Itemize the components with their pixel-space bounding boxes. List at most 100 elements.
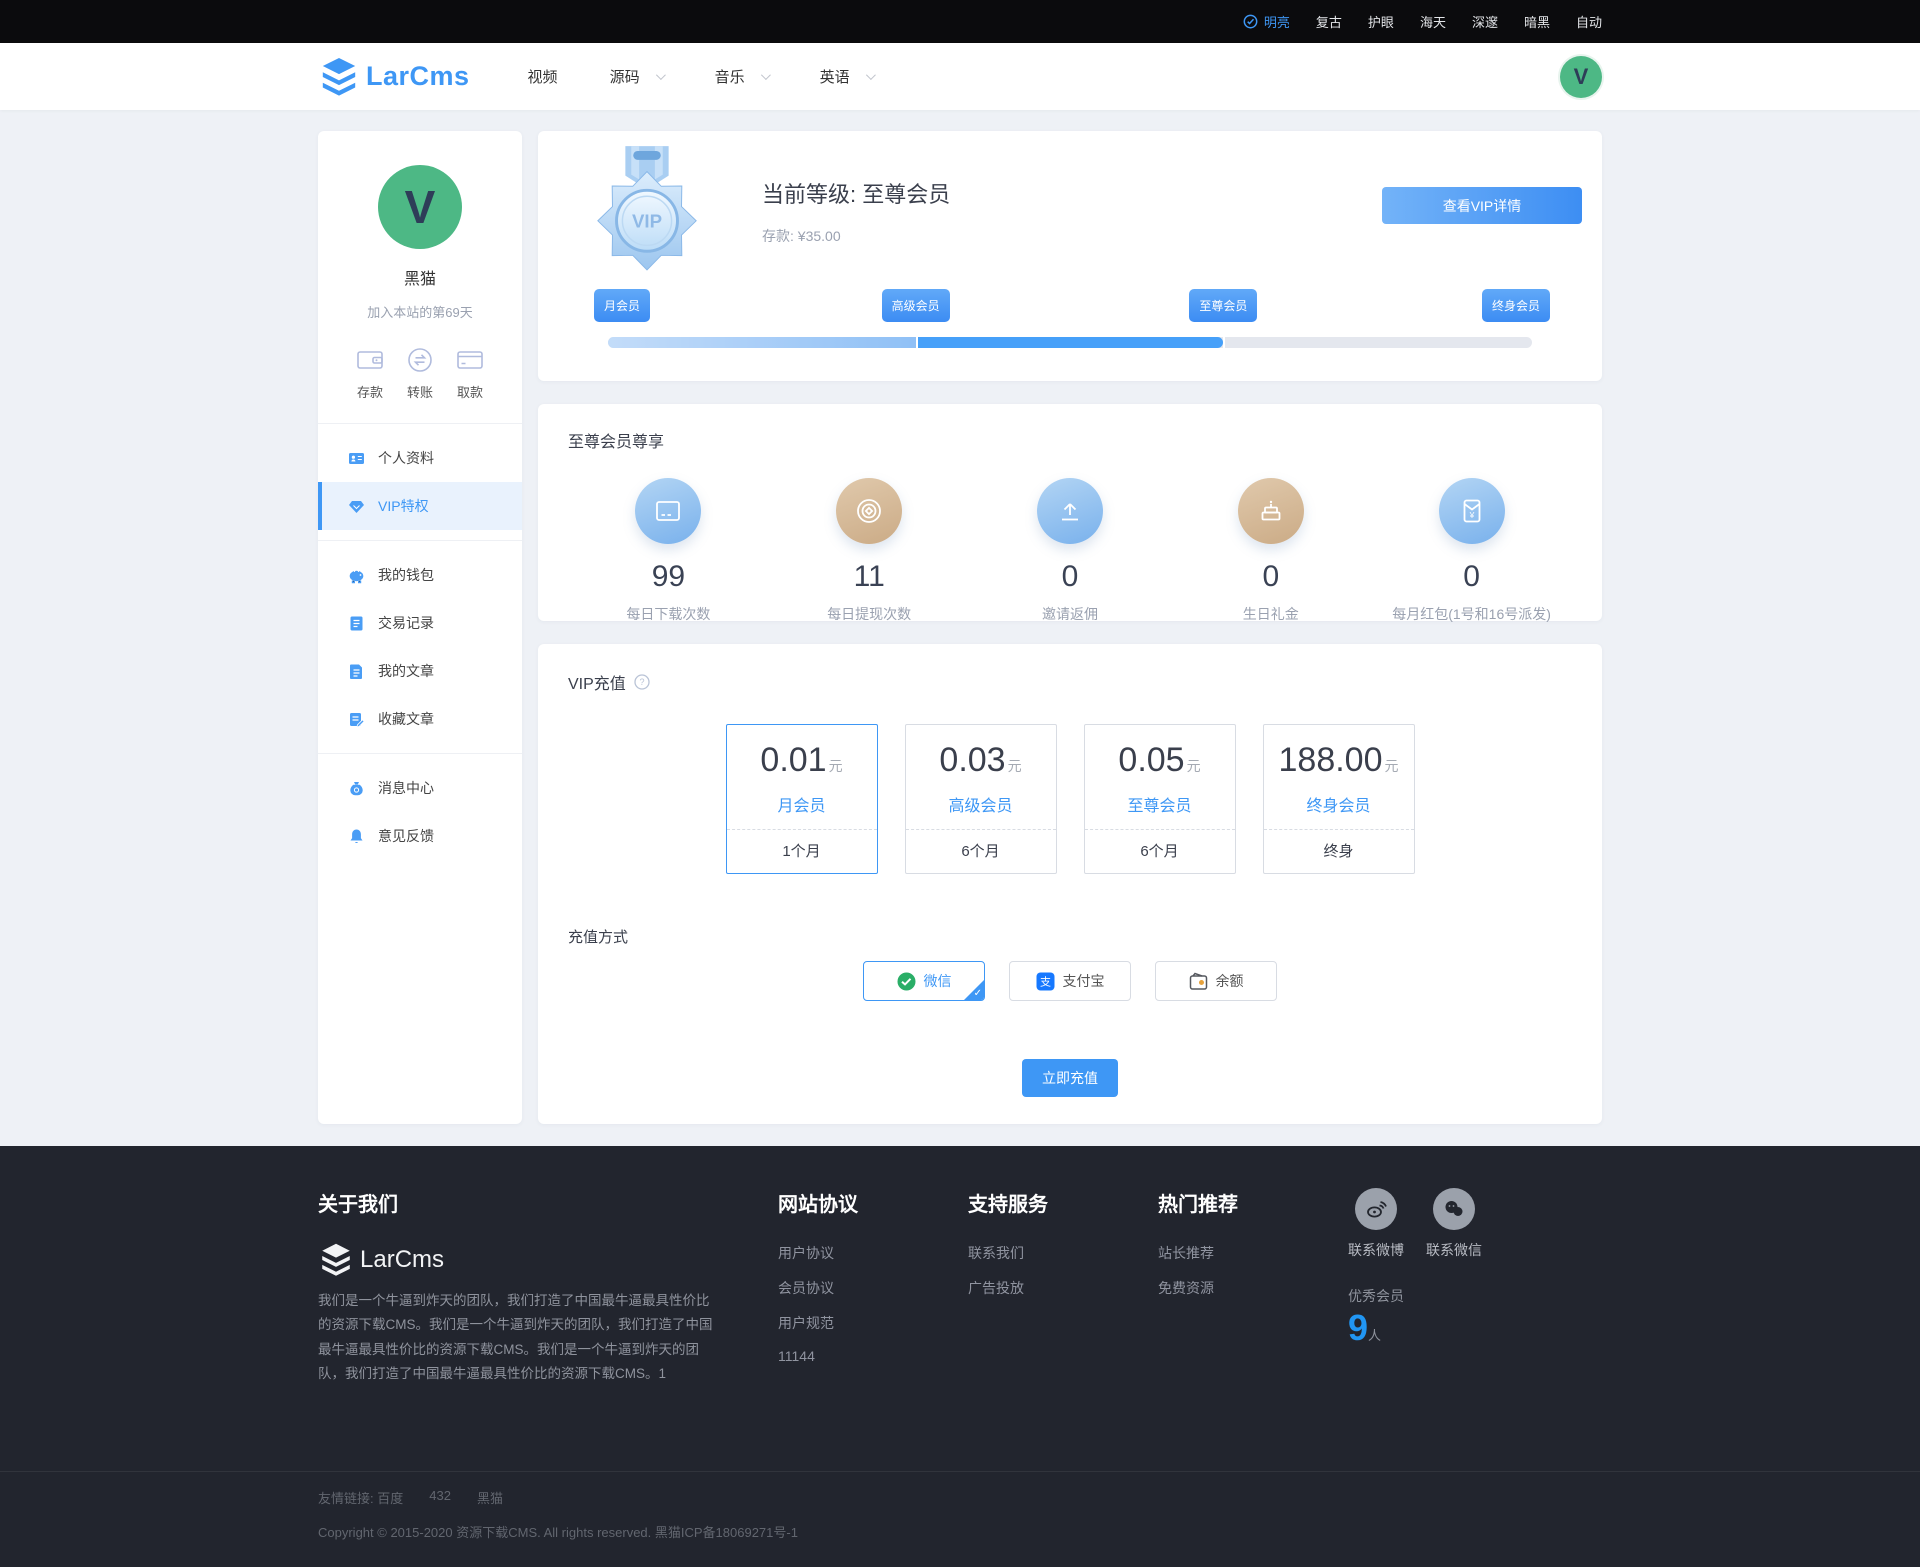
- nav-video[interactable]: 视频: [528, 66, 558, 87]
- larcms-logo-icon: [322, 57, 356, 96]
- current-level-title: 当前等级: 至尊会员: [762, 182, 951, 207]
- recharge-card: VIP充值 ? 0.01 元 月会员 1个月 0.03 元 高级会员 6个月 0…: [538, 644, 1602, 1124]
- level-tag-supreme[interactable]: 至尊会员: [1189, 289, 1258, 322]
- sidebar-item-wallet[interactable]: 我的钱包: [318, 551, 522, 599]
- idcard-icon: [348, 450, 365, 467]
- sidebar-item-vip[interactable]: VIP特权: [318, 482, 522, 530]
- theme-label: 明亮: [1263, 15, 1290, 30]
- sidebar-avatar[interactable]: V: [378, 165, 462, 249]
- cake-icon: [1237, 478, 1304, 544]
- page: 明亮 复古 护眼 海天 深邃 暗黑 自动 LarCms 视频 源码 音乐 英语 …: [0, 0, 1920, 1567]
- privilege-birthday: 0 生日礼金: [1170, 478, 1371, 624]
- username: 黑猫: [403, 271, 436, 288]
- sidebar-item-profile[interactable]: 个人资料: [318, 434, 522, 482]
- about-description: 我们是一个牛逼到炸天的团队，我们打造了中国最牛逼最具性价比的资源下载CMS。我们…: [318, 1293, 713, 1381]
- theme-retro[interactable]: 复古: [1316, 12, 1342, 31]
- deposit-value: ¥35.00: [797, 228, 841, 244]
- view-vip-detail-button[interactable]: 查看VIP详情: [1382, 187, 1582, 224]
- plan-supreme[interactable]: 0.05 元 至尊会员 6个月: [1083, 724, 1236, 874]
- coin-icon: [836, 478, 903, 544]
- quick-actions: 存款 转账 取款: [318, 345, 522, 424]
- larcms-logo-icon: [322, 1243, 350, 1276]
- recharge-title: VIP充值: [568, 676, 626, 693]
- balance-pay-button[interactable]: 余额: [1155, 961, 1277, 1001]
- privilege-red-envelope: ¥ 0 每月红包(1号和16号派发): [1371, 478, 1572, 624]
- plan-month[interactable]: 0.01 元 月会员 1个月: [725, 724, 878, 874]
- svg-text:支: 支: [1040, 975, 1051, 988]
- link-contact-us[interactable]: 联系我们: [968, 1243, 1158, 1263]
- svg-text:VIP: VIP: [632, 211, 662, 232]
- user-avatar[interactable]: V: [1560, 55, 1602, 98]
- diamond-icon: [348, 498, 365, 515]
- alipay-icon: 支: [1036, 972, 1054, 990]
- alipay-button[interactable]: 支 支付宝: [1009, 961, 1131, 1001]
- sidebar-item-feedback[interactable]: 意见反馈: [318, 812, 522, 860]
- link-advertising[interactable]: 广告投放: [968, 1278, 1158, 1298]
- level-tags: 月会员 高级会员 至尊会员 终身会员: [594, 289, 1550, 325]
- friend-link-432[interactable]: 432: [429, 1488, 451, 1507]
- recharge-now-button[interactable]: 立即充值: [1022, 1059, 1118, 1097]
- download-card-icon: [635, 478, 702, 544]
- sidebar-item-transactions[interactable]: 交易记录: [318, 599, 522, 647]
- check-circle-icon: [1243, 14, 1258, 29]
- moneybag-icon: [348, 780, 365, 797]
- about-title: 关于我们: [318, 1194, 398, 1216]
- footer-social: 联系微博 联系微信 优秀会员 9人: [1348, 1188, 1482, 1471]
- theme-bar: 明亮 复古 护眼 海天 深邃 暗黑 自动: [0, 0, 1920, 43]
- chevron-down-icon: [655, 70, 666, 81]
- bell-icon: [348, 828, 365, 845]
- theme-deep[interactable]: 深邃: [1472, 12, 1498, 31]
- level-tag-lifetime[interactable]: 终身会员: [1481, 289, 1550, 322]
- nav-music[interactable]: 音乐: [715, 66, 771, 87]
- link-webmaster-recommend[interactable]: 站长推荐: [1158, 1243, 1348, 1263]
- menu-group-assets: 我的钱包 交易记录 我的文章 收藏文章: [318, 541, 522, 754]
- footer-brand: LarCms: [318, 1243, 778, 1277]
- sidebar-item-messages[interactable]: 消息中心: [318, 764, 522, 812]
- article-icon: [348, 663, 365, 680]
- link-user-agreement[interactable]: 用户协议: [778, 1243, 968, 1263]
- chevron-down-icon: [760, 70, 771, 81]
- footer-bottom: 友情链接: 百度 432 黑猫 Copyright © 2015-2020 资源…: [0, 1471, 1920, 1567]
- privileges-card: 至尊会员尊享 99 每日下载次数 11 每日提现次数 0 邀请返佣 0 生日礼金…: [538, 404, 1602, 624]
- theme-bright[interactable]: 明亮: [1243, 12, 1290, 31]
- nav-english[interactable]: 英语: [820, 66, 876, 87]
- theme-dark[interactable]: 暗黑: [1524, 12, 1550, 31]
- friend-link-heimao[interactable]: 黑猫: [477, 1488, 503, 1507]
- wechat-contact[interactable]: 联系微信: [1426, 1188, 1482, 1260]
- vip-medal-icon: VIP: [588, 145, 706, 273]
- theme-eyecare[interactable]: 护眼: [1368, 12, 1394, 31]
- brand-logo[interactable]: LarCms: [318, 57, 470, 97]
- privileges-title: 至尊会员尊享: [568, 434, 665, 451]
- friend-links: 友情链接: 百度 432 黑猫: [318, 1488, 1602, 1507]
- balance-icon: [1189, 972, 1207, 990]
- friend-link-baidu[interactable]: 友情链接: 百度: [318, 1488, 403, 1507]
- theme-sea[interactable]: 海天: [1420, 12, 1446, 31]
- sidebar-item-favorites[interactable]: 收藏文章: [318, 695, 522, 743]
- weibo-contact[interactable]: 联系微博: [1348, 1188, 1404, 1260]
- deposit-action[interactable]: 存款: [355, 345, 385, 401]
- piggybank-icon: [348, 567, 365, 584]
- link-11144[interactable]: 11144: [778, 1348, 968, 1364]
- link-member-agreement[interactable]: 会员协议: [778, 1278, 968, 1298]
- copyright: Copyright © 2015-2020 资源下载CMS. All right…: [318, 1525, 798, 1540]
- svg-text:¥: ¥: [1468, 510, 1474, 520]
- payment-methods: 微信 ✓ 支 支付宝 余额: [568, 961, 1572, 1001]
- withdraw-action[interactable]: 取款: [455, 345, 485, 401]
- link-free-resources[interactable]: 免费资源: [1158, 1278, 1348, 1298]
- sidebar-item-articles[interactable]: 我的文章: [318, 647, 522, 695]
- progress-segment-1: [608, 337, 916, 348]
- link-user-rules[interactable]: 用户规范: [778, 1313, 968, 1333]
- nav-source[interactable]: 源码: [610, 66, 666, 87]
- level-tag-month[interactable]: 月会员: [594, 289, 651, 322]
- transfer-action[interactable]: 转账: [405, 345, 435, 401]
- level-tag-premium[interactable]: 高级会员: [881, 289, 950, 322]
- help-icon[interactable]: ?: [634, 674, 650, 690]
- plan-lifetime[interactable]: 188.00 元 终身会员 终身: [1262, 724, 1415, 874]
- wechat-pay-button[interactable]: 微信 ✓: [863, 961, 985, 1001]
- svg-text:?: ?: [639, 677, 644, 687]
- joined-days: 加入本站的第69天: [367, 305, 473, 320]
- theme-auto[interactable]: 自动: [1576, 12, 1602, 31]
- plan-premium[interactable]: 0.03 元 高级会员 6个月: [904, 724, 1057, 874]
- bankcard-icon: [455, 345, 485, 375]
- deposit-info: 存款: ¥35.00: [762, 226, 950, 246]
